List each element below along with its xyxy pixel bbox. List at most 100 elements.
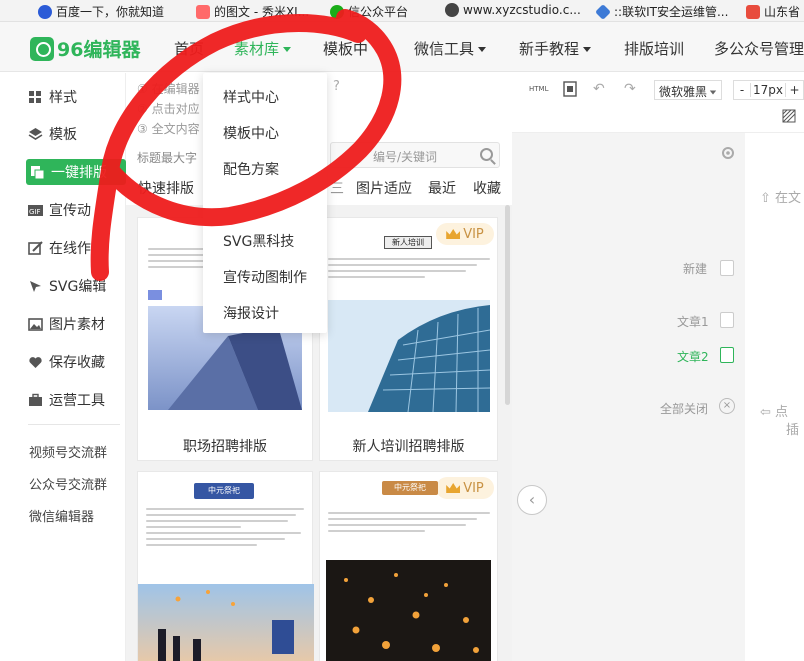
close-icon[interactable]: × xyxy=(719,398,735,414)
nav-multi-account[interactable]: 多公众号管理 xyxy=(714,38,804,59)
document-icon[interactable] xyxy=(720,347,734,363)
collapse-panel-button[interactable]: ‹ xyxy=(517,485,547,515)
font-size-decrease[interactable]: - xyxy=(734,83,750,97)
sidebar-item-label: 一键排版 xyxy=(51,165,107,181)
card-tag: 中元祭祀 xyxy=(194,483,254,499)
sidebar-item-favorites[interactable]: 保存收藏 xyxy=(28,349,105,375)
new-document-button[interactable]: 新建 xyxy=(683,260,707,277)
bookmark-wechat[interactable]: 信公众平台 xyxy=(330,3,408,20)
sidebar-item-label: 样式 xyxy=(49,90,77,106)
close-all-button[interactable]: 全部关闭 xyxy=(660,400,708,417)
link-account-group[interactable]: 公众号交流群 xyxy=(29,474,107,493)
top-nav: 96编辑器 首页 素材库 模板中 微信工具 新手教程 排版培训 多公众号管理 xyxy=(0,22,804,72)
sidebar-item-label: 图片素材 xyxy=(49,317,105,333)
sidebar-item-label: 运营工具 xyxy=(49,393,105,409)
sidebar-item-animated-gif[interactable]: GIF 宣传动 xyxy=(28,197,91,223)
font-size-value[interactable]: 17px xyxy=(750,83,786,97)
font-family-select[interactable]: 微软雅黑 xyxy=(654,80,722,100)
image-icon xyxy=(28,317,43,332)
text-placeholder xyxy=(328,258,490,282)
panel-scrollbar[interactable] xyxy=(505,205,510,405)
nav-label: 素材库 xyxy=(234,40,280,58)
tab-image-fit[interactable]: 图片适应 xyxy=(356,178,412,198)
tab-recent[interactable]: 最近 xyxy=(428,178,456,198)
search-icon[interactable] xyxy=(480,148,493,161)
document-icon[interactable] xyxy=(720,312,734,328)
help-icon[interactable]: ? xyxy=(333,79,340,94)
hint-text: 点击对应 xyxy=(151,102,200,116)
sidebar-item-label: 保存收藏 xyxy=(49,355,105,371)
menu-item-svg-tech[interactable]: SVG黑科技 xyxy=(223,231,294,251)
redo-icon[interactable]: ↷ xyxy=(624,81,636,97)
pattern-icon[interactable] xyxy=(782,109,796,127)
caret-down-icon xyxy=(709,90,717,95)
sidebar-item-online-create[interactable]: 在线作 xyxy=(28,235,91,261)
vip-badge: VIP xyxy=(436,477,494,499)
card-tag: 新人培训 xyxy=(384,236,432,249)
step-tag xyxy=(148,290,162,300)
hint-line: ② 点击对应 xyxy=(137,102,200,116)
nav-tutorials[interactable]: 新手教程 xyxy=(519,38,592,59)
document-icon[interactable] xyxy=(563,81,577,101)
copy-icon xyxy=(30,165,45,180)
font-size-increase[interactable]: + xyxy=(786,83,803,97)
tab-partial: 三 xyxy=(330,181,344,197)
baidu-paw-icon xyxy=(38,4,52,19)
document-tab-2[interactable]: 文章2 xyxy=(677,348,709,365)
settings-icon[interactable] xyxy=(720,145,736,165)
html-icon[interactable]: HTML xyxy=(529,85,548,93)
hint-text: 全文内容 xyxy=(151,122,200,136)
menu-item-poster-design[interactable]: 海报设计 xyxy=(223,303,279,323)
sidebar-item-templates[interactable]: 模板 xyxy=(28,121,77,147)
nav-material-library[interactable]: 素材库 xyxy=(234,38,292,59)
sidebar-item-image-assets[interactable]: 图片素材 xyxy=(28,311,105,337)
lantern-photo xyxy=(138,584,314,661)
hint-line: ① 在编辑器 xyxy=(137,82,200,96)
sidebar-item-ops-tools[interactable]: 运营工具 xyxy=(28,387,105,413)
bookmark-xiumi[interactable]: 的图文 - 秀米XI... xyxy=(196,3,309,20)
bookmark-lianruan[interactable]: ::联软IT安全运维管... xyxy=(595,3,728,20)
hint-text: 在编辑器 xyxy=(151,82,200,96)
bookmark-xyzc[interactable]: www.xyzcstudio.c... xyxy=(445,3,581,17)
grid-icon xyxy=(28,90,43,105)
tab-quick-layout[interactable]: 快速排版 xyxy=(138,178,194,198)
new-document-icon[interactable] xyxy=(720,260,734,276)
sidebar-item-styles[interactable]: 样式 xyxy=(28,84,77,110)
crown-icon xyxy=(446,229,461,239)
menu-item-style-center[interactable]: 样式中心 xyxy=(223,87,279,107)
nav-training[interactable]: 排版培训 xyxy=(624,38,684,59)
sidebar-item-one-click-layout[interactable]: 一键排版 xyxy=(26,159,126,185)
sidebar-item-svg-editor[interactable]: SVG编辑 xyxy=(28,273,106,299)
template-card[interactable]: VIP 中元祭祀 xyxy=(319,471,498,661)
edit-icon xyxy=(28,240,43,256)
nav-templates[interactable]: 模板中 xyxy=(323,38,368,59)
shandong-icon xyxy=(746,4,760,19)
undo-icon[interactable]: ↶ xyxy=(593,81,605,97)
bookmarks-bar: 百度一下，你就知道 的图文 - 秀米XI... 信公众平台 www.xyzcst… xyxy=(0,0,804,22)
html-label: HTML xyxy=(529,85,549,93)
tab-favorites[interactable]: 收藏 xyxy=(473,178,501,198)
upload-hint: ⇧ 在文 xyxy=(760,191,802,206)
document-tab-1[interactable]: 文章1 xyxy=(677,313,709,330)
link-wechat-editor[interactable]: 微信编辑器 xyxy=(29,506,94,525)
logo[interactable]: 96编辑器 xyxy=(30,35,140,62)
logo-text: 96编辑器 xyxy=(57,39,141,61)
bookmark-label: 百度一下，你就知道 xyxy=(56,5,165,19)
toolbox-icon xyxy=(28,393,43,408)
menu-item-template-center[interactable]: 模板中心 xyxy=(223,123,279,143)
bookmark-shandong[interactable]: 山东省 xyxy=(746,3,800,20)
link-video-group[interactable]: 视频号交流群 xyxy=(29,442,107,461)
template-card[interactable]: VIP 新人培训 新人培训招聘排版 xyxy=(319,217,498,461)
search-input[interactable]: 编号/关键词 xyxy=(330,142,500,168)
text-placeholder xyxy=(146,508,304,550)
menu-item-gif-maker[interactable]: 宣传动图制作 xyxy=(223,267,307,287)
nav-home[interactable]: 首页 xyxy=(174,38,204,59)
crown-icon xyxy=(446,483,461,493)
sidebar-item-label: 模板 xyxy=(49,127,77,143)
vip-label: VIP xyxy=(463,226,484,242)
menu-item-color-scheme[interactable]: 配色方案 xyxy=(223,159,279,179)
nav-wechat-tools[interactable]: 微信工具 xyxy=(414,38,487,59)
title-size-label: 标题最大字 xyxy=(137,151,198,165)
template-card[interactable]: 中元祭祀 xyxy=(137,471,314,661)
bookmark-baidu[interactable]: 百度一下，你就知道 xyxy=(38,3,164,20)
